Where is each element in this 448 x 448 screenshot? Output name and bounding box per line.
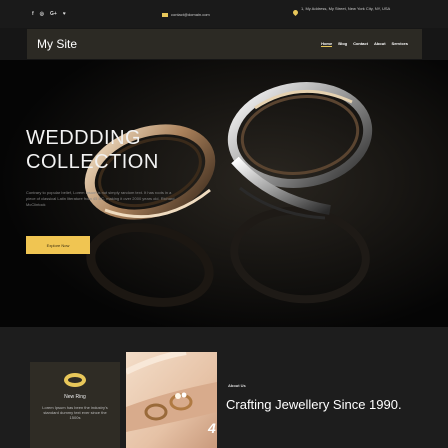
envelope-icon xyxy=(162,12,168,17)
twitter-icon[interactable]: ♥ xyxy=(63,11,66,17)
about-label: About Us xyxy=(228,383,246,388)
main-navbar: My Site Home Blog Contact About Services xyxy=(27,29,422,59)
ring-icon xyxy=(64,373,86,387)
hero-title: WEDDDING COLLECTION xyxy=(26,126,159,174)
top-info-bar: f ◎ G+ ♥ contact@domain.com 1, My Addres… xyxy=(0,0,448,28)
address-text: 1, My Address, My Street, New York City,… xyxy=(301,6,391,11)
hero-title-line-2: COLLECTION xyxy=(26,151,159,173)
ring-card-description: Lorem Ipsum has been the industry's stan… xyxy=(42,405,108,420)
email-text: contact@domain.com xyxy=(171,12,210,17)
rings-hands-photo xyxy=(126,352,217,448)
explore-now-button[interactable]: Explore Now xyxy=(26,236,90,254)
nav-menu: Home Blog Contact About Services xyxy=(321,41,408,47)
nav-item-services[interactable]: Services xyxy=(392,41,408,47)
hero-banner: WEDDDING COLLECTION Contrary to popular … xyxy=(0,60,448,327)
hero-description: Contrary to popular belief, Lorem Ipsum … xyxy=(26,190,175,207)
ring-card-title: New Ring xyxy=(64,394,86,400)
hero-title-line-1: WEDDDING xyxy=(26,127,142,149)
contact-address: 1, My Address, My Street, New York City,… xyxy=(291,6,415,17)
new-ring-card[interactable]: New Ring Lorem Ipsum has been the indust… xyxy=(30,362,120,448)
about-heading: Crafting Jewellery Since 1990. xyxy=(226,397,402,412)
map-pin-icon xyxy=(291,8,300,17)
nav-item-about[interactable]: About xyxy=(374,41,386,47)
google-plus-icon[interactable]: G+ xyxy=(50,11,57,17)
instagram-icon[interactable]: ◎ xyxy=(40,11,44,17)
site-brand[interactable]: My Site xyxy=(37,37,77,51)
about-section: New Ring Lorem Ipsum has been the indust… xyxy=(0,327,448,448)
facebook-icon[interactable]: f xyxy=(32,11,34,17)
nav-item-home[interactable]: Home xyxy=(321,41,333,47)
nav-item-blog[interactable]: Blog xyxy=(338,41,347,47)
social-links: f ◎ G+ ♥ xyxy=(32,11,66,17)
contact-email[interactable]: contact@domain.com xyxy=(162,12,210,17)
nav-item-contact[interactable]: Contact xyxy=(353,41,368,47)
year-badge-icon: 4 xyxy=(208,420,216,436)
